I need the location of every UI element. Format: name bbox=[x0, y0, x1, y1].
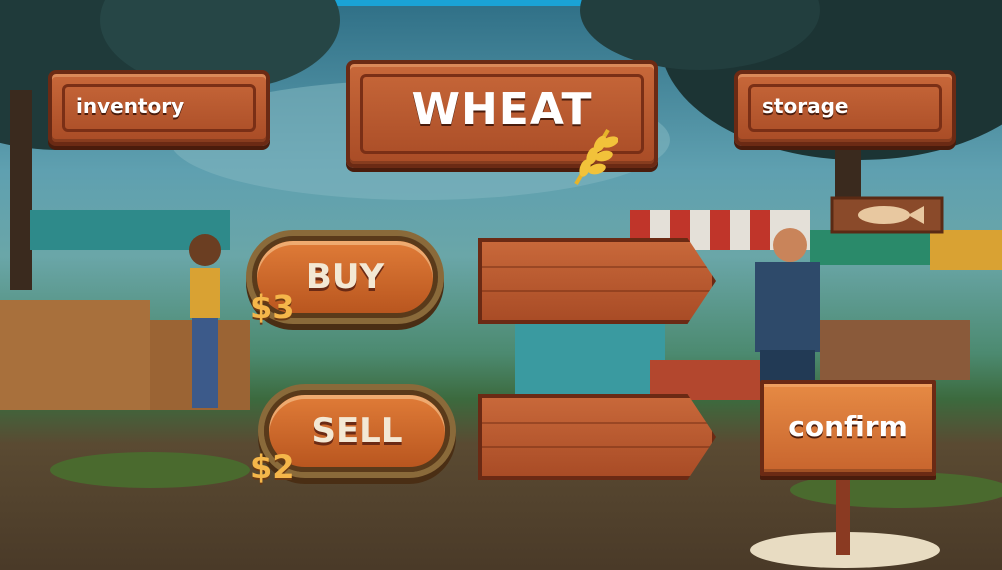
sell-label: SELL bbox=[311, 411, 403, 451]
buy-price: $3 bbox=[250, 288, 295, 326]
wheat-icon bbox=[574, 128, 618, 186]
sell-amount-field[interactable] bbox=[478, 394, 716, 480]
inventory-button[interactable]: inventory bbox=[48, 70, 270, 146]
inventory-label: inventory bbox=[76, 94, 185, 118]
buy-amount-field[interactable] bbox=[478, 238, 716, 324]
confirm-button[interactable]: confirm bbox=[760, 380, 936, 476]
storage-label: storage bbox=[762, 94, 849, 118]
storage-button[interactable]: storage bbox=[734, 70, 956, 146]
sell-price: $2 bbox=[250, 448, 295, 486]
confirm-label: confirm bbox=[788, 410, 908, 443]
fish-icon bbox=[858, 206, 924, 224]
market-background: inventory WHEAT storage BUY $3 SELL $2 c… bbox=[0, 0, 1002, 570]
